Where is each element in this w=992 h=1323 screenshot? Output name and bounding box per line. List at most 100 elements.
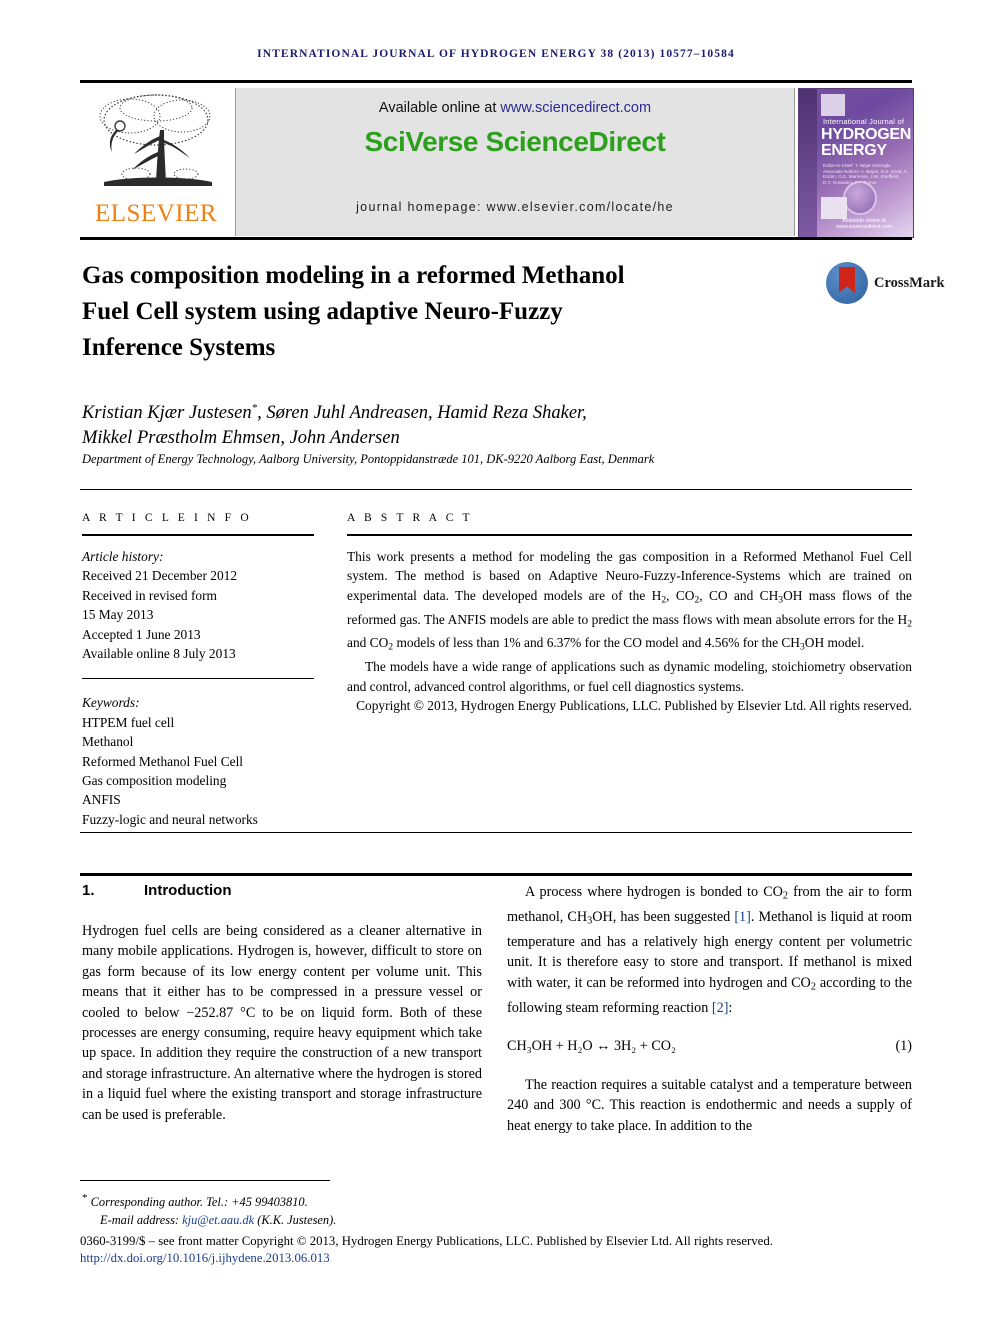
email-address-owner: (K.K. Justesen). — [254, 1212, 337, 1227]
abstract-paragraph-1: This work presents a method for modeling… — [347, 547, 912, 657]
abstract-p1-g: OH model. — [804, 635, 865, 651]
masthead-bottom-rule — [80, 237, 912, 240]
journal-homepage-line[interactable]: journal homepage: www.elsevier.com/locat… — [236, 200, 794, 214]
abstract-rule — [347, 534, 912, 536]
keywords-divider — [82, 678, 314, 680]
intro-paragraph-right-1: A process where hydrogen is bonded to CO… — [507, 882, 912, 1018]
keywords-label: Keywords: — [82, 695, 140, 711]
section-heading-introduction: 1. Introduction — [82, 882, 482, 899]
elsevier-tree-icon — [99, 94, 212, 186]
corresponding-author-label: Corresponding author. — [90, 1195, 204, 1210]
abstract-p1-b: , CO — [666, 587, 695, 603]
history-item-0: Received 21 December 2012 — [82, 568, 238, 584]
corresponding-author-tel: Tel.: +45 99403810. — [203, 1195, 308, 1210]
footnote-rule — [80, 1180, 330, 1181]
crossmark-label: CrossMark — [874, 275, 945, 291]
article-info-column: A R T I C L E I N F O Article history: R… — [82, 512, 314, 829]
running-head: INTERNATIONAL JOURNAL OF HYDROGEN ENERGY… — [257, 48, 735, 60]
footnote-star-marker: * — [82, 1192, 88, 1204]
available-online-prefix: Available online at — [378, 100, 501, 116]
cover-side-band — [799, 89, 817, 237]
sciverse-sciencedirect-wordmark: SciVerse ScienceDirect — [364, 126, 666, 157]
abstract-column: A B S T R A C T This work presents a met… — [347, 512, 912, 715]
intro-paragraph-left: Hydrogen fuel cells are being considered… — [82, 923, 482, 1123]
body-column-left: 1. Introduction Hydrogen fuel cells are b… — [82, 882, 482, 1125]
email-address-link[interactable]: kju@et.aau.dk — [182, 1213, 254, 1227]
divider-above-abstract — [80, 489, 912, 490]
introduction-left-text: Hydrogen fuel cells are being considered… — [82, 921, 482, 1125]
authors-rest-line-1: , Søren Juhl Andreasen, Hamid Reza Shake… — [257, 403, 587, 424]
title-line-3: Inference Systems — [82, 334, 276, 361]
sciencedirect-banner: Available online at www.sciencedirect.co… — [235, 88, 795, 236]
elsevier-wordmark: ELSEVIER — [94, 200, 218, 227]
cover-elsevier-mark — [821, 94, 845, 116]
cover-journal-title: HYDROGEN ENERGY — [821, 127, 911, 159]
reference-link-2[interactable]: [2] — [712, 1000, 729, 1016]
history-item-3: Accepted 1 June 2013 — [82, 626, 201, 642]
footnote-block: * Corresponding author. Tel.: +45 994038… — [82, 1190, 912, 1229]
divider-above-body — [80, 873, 912, 876]
elsevier-logo: ELSEVIER — [82, 88, 230, 236]
masthead-top-rule — [80, 80, 912, 83]
h2-subscript-2: 2 — [907, 618, 912, 630]
crossmark-circle-icon — [826, 262, 868, 304]
divider-below-abstract — [80, 832, 912, 833]
page-title: Gas composition modeling in a reformed M… — [82, 258, 782, 366]
available-online-line: Available online at www.sciencedirect.co… — [236, 100, 794, 116]
title-line-2: Fuel Cell system using adaptive Neuro-Fu… — [82, 298, 563, 325]
abstract-paragraph-2: The models have a wide range of applicat… — [347, 659, 912, 694]
keyword-item-5: Fuzzy-logic and neural networks — [82, 811, 258, 827]
title-line-1: Gas composition modeling in a reformed M… — [82, 262, 625, 289]
affiliation: Department of Energy Technology, Aalborg… — [82, 452, 655, 466]
keyword-item-1: Methanol — [82, 734, 134, 750]
keyword-item-3: Gas composition modeling — [82, 773, 227, 789]
sciencedirect-url[interactable]: www.sciencedirect.com — [500, 100, 651, 116]
abstract-body: This work presents a method for modeling… — [347, 547, 912, 715]
journal-masthead: ELSEVIER Available online at www.science… — [80, 80, 914, 240]
email-address-label: E-mail address: — [100, 1212, 183, 1227]
keyword-item-0: HTPEM fuel cell — [82, 714, 175, 730]
body-column-right: A process where hydrogen is bonded to CO… — [507, 882, 912, 1136]
abstract-p1-f: models of less than 1% and 6.37% for the… — [393, 635, 800, 651]
intro-r1-c: OH, has been suggested — [592, 908, 735, 925]
author-list: Kristian Kjær Justesen*, Søren Juhl Andr… — [82, 396, 802, 451]
history-item-4: Available online 8 July 2013 — [82, 646, 236, 662]
cover-iahe-logo — [821, 197, 847, 219]
introduction-right-text: A process where hydrogen is bonded to CO… — [507, 882, 912, 1018]
intro-r1-f: : — [728, 999, 733, 1016]
introduction-right-text-2: The reaction requires a suitable catalys… — [507, 1075, 912, 1136]
keyword-item-4: ANFIS — [82, 792, 121, 808]
journal-cover-thumbnail: International Journal of HYDROGEN ENERGY… — [798, 88, 914, 238]
article-info-heading: A R T I C L E I N F O — [82, 512, 252, 524]
crossmark-badge[interactable]: CrossMark — [826, 262, 945, 306]
intro-paragraph-right-2: The reaction requires a suitable catalys… — [507, 1077, 912, 1134]
cover-ring-graphic — [843, 181, 877, 215]
keyword-item-2: Reformed Methanol Fuel Cell — [82, 753, 244, 769]
article-info-rule — [82, 534, 314, 536]
article-history: Article history: Received 21 December 20… — [82, 547, 314, 663]
equation-1-expression: CH₃OH + H₂O ↔ 3H₂ + CO₂ — [507, 1038, 676, 1055]
history-item-1: Received in revised form — [82, 587, 217, 603]
history-item-2: 15 May 2013 — [82, 607, 154, 623]
issn-copyright-line: 0360-3199/$ – see front matter Copyright… — [80, 1234, 773, 1248]
article-history-label: Article history: — [82, 549, 164, 564]
cover-title-line-2: ENERGY — [821, 142, 887, 159]
cover-title-line-1: HYDROGEN — [821, 126, 912, 143]
abstract-heading: A B S T R A C T — [347, 512, 473, 524]
equation-1-number: (1) — [895, 1038, 912, 1055]
crossmark-ribbon-icon — [839, 267, 855, 293]
keyword-list: Keywords: HTPEM fuel cell Methanol Refor… — [82, 693, 314, 829]
section-title: Introduction — [144, 882, 232, 899]
paper-page: INTERNATIONAL JOURNAL OF HYDROGEN ENERGY… — [0, 0, 992, 1323]
intro-r1-a: A process where hydrogen is bonded to CO — [525, 884, 783, 900]
doi-link[interactable]: http://dx.doi.org/10.1016/j.ijhydene.201… — [80, 1251, 330, 1266]
abstract-p1-e: and CO — [347, 635, 389, 651]
reference-link-1[interactable]: [1] — [734, 909, 751, 925]
section-number: 1. — [82, 882, 95, 899]
abstract-p1-c: , CO and CH — [699, 587, 779, 603]
authors-line-2: Mikkel Præstholm Ehmsen, John Andersen — [82, 428, 400, 449]
abstract-copyright: Copyright © 2013, Hydrogen Energy Public… — [356, 698, 912, 714]
equation-1: CH₃OH + H₂O ↔ 3H₂ + CO₂ (1) — [507, 1038, 912, 1055]
cover-journal-prefix: International Journal of — [823, 117, 905, 126]
author-primary: Kristian Kjær Justesen — [82, 403, 252, 424]
